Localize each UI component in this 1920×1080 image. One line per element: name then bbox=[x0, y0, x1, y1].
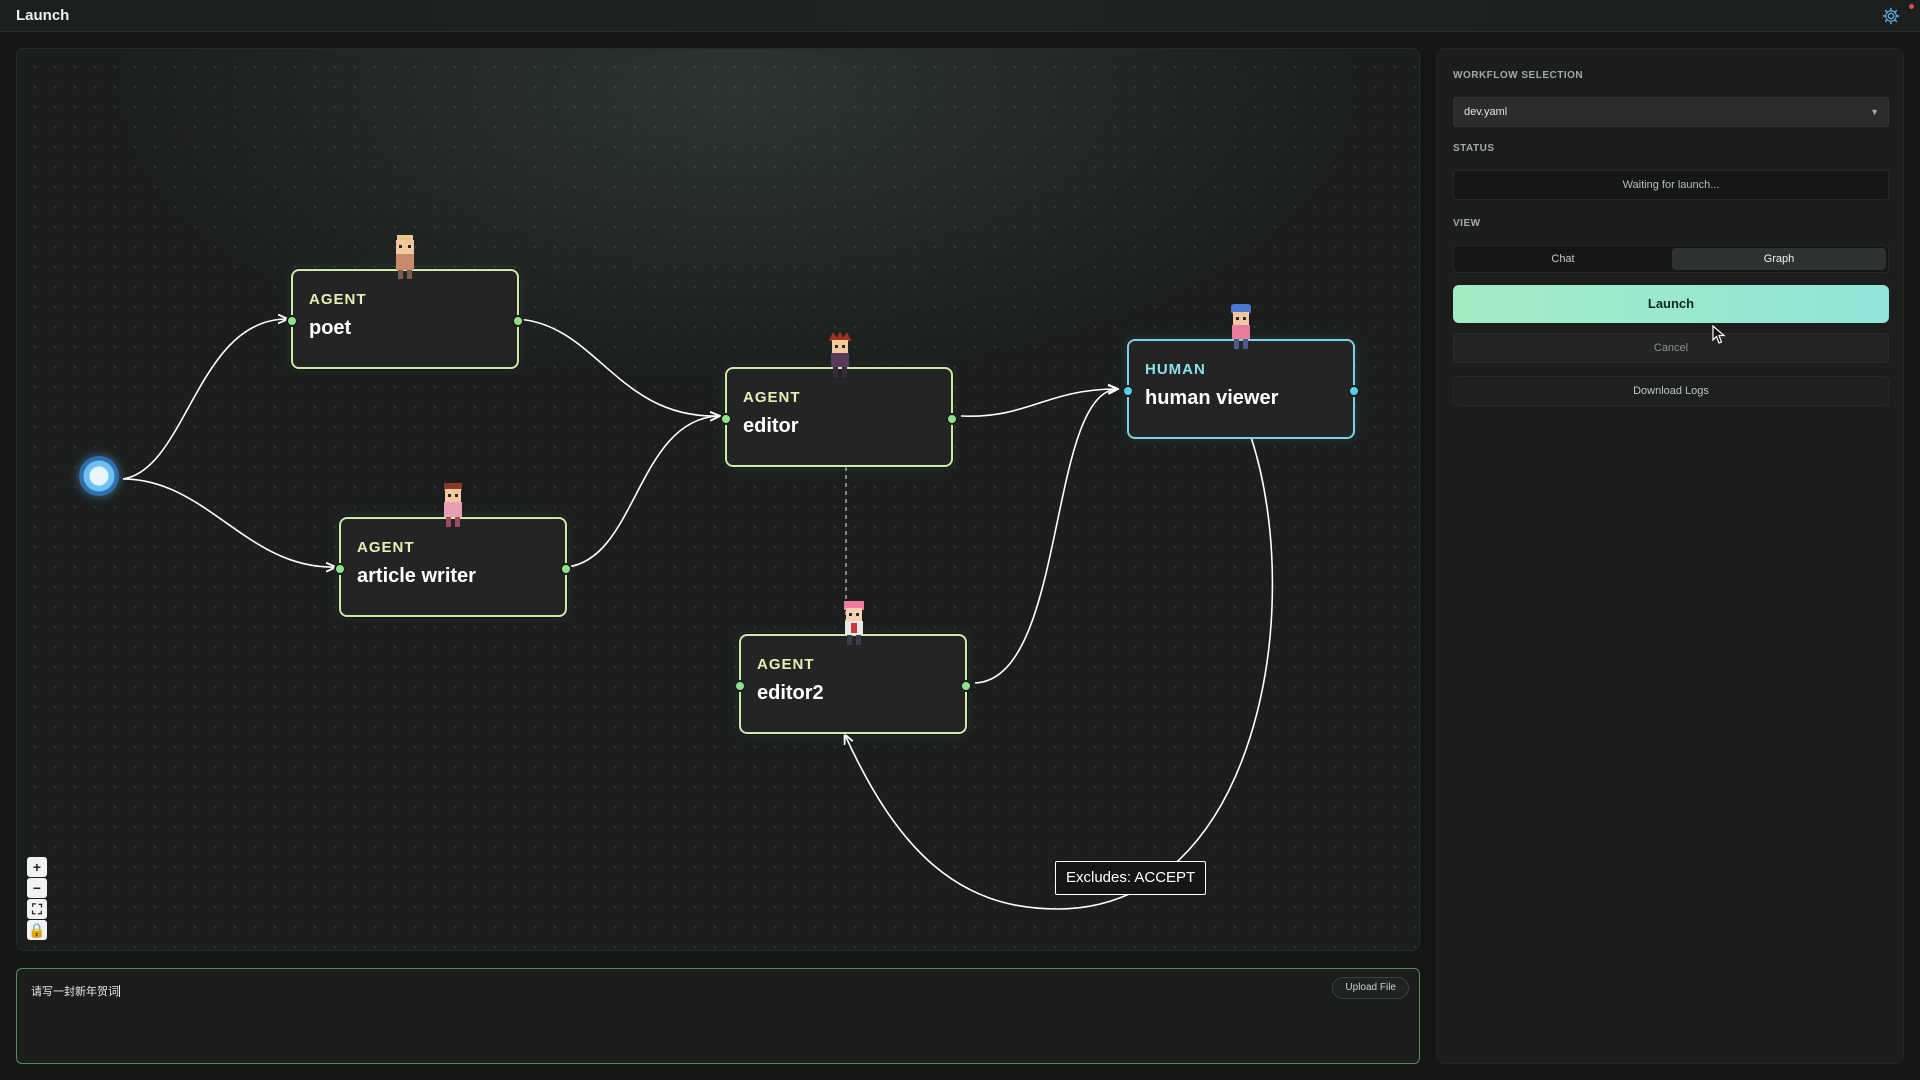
editor-avatar-icon bbox=[829, 331, 851, 377]
input-handle[interactable] bbox=[1122, 385, 1134, 397]
node-kind: AGENT bbox=[743, 389, 801, 406]
output-handle[interactable] bbox=[1348, 385, 1360, 397]
zoom-in-button[interactable]: + bbox=[27, 857, 47, 877]
input-handle[interactable] bbox=[286, 315, 298, 327]
view-graph-tab[interactable]: Graph bbox=[1672, 248, 1886, 270]
task-input-text[interactable]: 请写一封新年贺词 bbox=[31, 983, 120, 999]
edge-poet-editor bbox=[516, 318, 719, 416]
workflow-select-value: dev.yaml bbox=[1464, 106, 1508, 118]
upload-file-button[interactable]: Upload File bbox=[1332, 977, 1409, 999]
status-display: Waiting for launch... bbox=[1453, 170, 1889, 200]
settings-gear-icon[interactable] bbox=[1882, 7, 1900, 25]
node-label: human viewer bbox=[1145, 387, 1279, 409]
node-editor2[interactable]: AGENT editor2 bbox=[734, 634, 972, 734]
human-viewer-avatar-icon bbox=[1231, 304, 1251, 349]
output-handle[interactable] bbox=[560, 563, 572, 575]
node-label: editor2 bbox=[757, 682, 824, 704]
node-kind: HUMAN bbox=[1145, 361, 1206, 378]
node-label: article writer bbox=[357, 565, 476, 587]
node-article-writer[interactable]: AGENT article writer bbox=[334, 517, 572, 617]
input-handle[interactable] bbox=[334, 563, 346, 575]
input-handle[interactable] bbox=[734, 680, 746, 692]
edge-start-poet bbox=[122, 319, 287, 480]
view-chat-tab[interactable]: Chat bbox=[1456, 248, 1670, 270]
download-logs-button[interactable]: Download Logs bbox=[1453, 376, 1889, 406]
workflow-selection-title: WORKFLOW SELECTION bbox=[1453, 70, 1584, 81]
node-human-viewer[interactable]: HUMAN human viewer bbox=[1122, 339, 1360, 439]
node-poet[interactable]: AGENT poet bbox=[286, 269, 524, 369]
poet-avatar-icon bbox=[396, 235, 414, 279]
view-toggle: Chat Graph bbox=[1453, 245, 1889, 273]
output-handle[interactable] bbox=[960, 680, 972, 692]
node-editor[interactable]: AGENT editor bbox=[720, 367, 958, 467]
edge-editor2-human bbox=[974, 389, 1117, 684]
article-writer-avatar-icon bbox=[444, 483, 462, 527]
window-title: Launch bbox=[16, 7, 70, 24]
node-kind: AGENT bbox=[309, 291, 367, 308]
control-panel: WORKFLOW SELECTION dev.yaml ▼ STATUS Wai… bbox=[1436, 48, 1904, 1064]
view-title: VIEW bbox=[1453, 218, 1481, 229]
top-bar: Launch bbox=[0, 0, 1920, 32]
output-handle[interactable] bbox=[512, 315, 524, 327]
launch-button[interactable]: Launch bbox=[1453, 285, 1889, 323]
chevron-down-icon: ▼ bbox=[1870, 107, 1879, 117]
edge-article-writer-editor bbox=[566, 416, 719, 568]
mouse-cursor-icon bbox=[1712, 325, 1726, 344]
edge-editor-human bbox=[960, 389, 1117, 417]
input-handle[interactable] bbox=[720, 413, 732, 425]
output-handle[interactable] bbox=[946, 413, 958, 425]
lock-button[interactable]: 🔒 bbox=[27, 920, 47, 940]
status-title: STATUS bbox=[1453, 143, 1495, 154]
edge-condition-label: Excludes: ACCEPT bbox=[1055, 861, 1207, 895]
workflow-graph-canvas[interactable]: AGENT poet AGENT article writer AGENT ed… bbox=[16, 48, 1420, 951]
node-label: poet bbox=[309, 317, 352, 339]
node-kind: AGENT bbox=[357, 539, 415, 556]
node-kind: AGENT bbox=[757, 656, 815, 673]
node-label: editor bbox=[743, 415, 799, 437]
start-node[interactable] bbox=[79, 456, 119, 496]
cancel-button[interactable]: Cancel bbox=[1453, 333, 1889, 363]
task-input[interactable]: 请写一封新年贺词 Upload File bbox=[16, 968, 1420, 1064]
graph-edges bbox=[122, 49, 1274, 910]
notification-dot bbox=[1909, 4, 1914, 9]
workflow-select[interactable]: dev.yaml ▼ bbox=[1453, 97, 1889, 127]
zoom-out-button[interactable]: − bbox=[27, 878, 47, 898]
zoom-controls: + − ⛶ 🔒 bbox=[27, 857, 47, 941]
fit-view-button[interactable]: ⛶ bbox=[27, 899, 47, 919]
editor2-avatar-icon bbox=[844, 601, 864, 645]
edge-start-article-writer bbox=[122, 478, 335, 567]
